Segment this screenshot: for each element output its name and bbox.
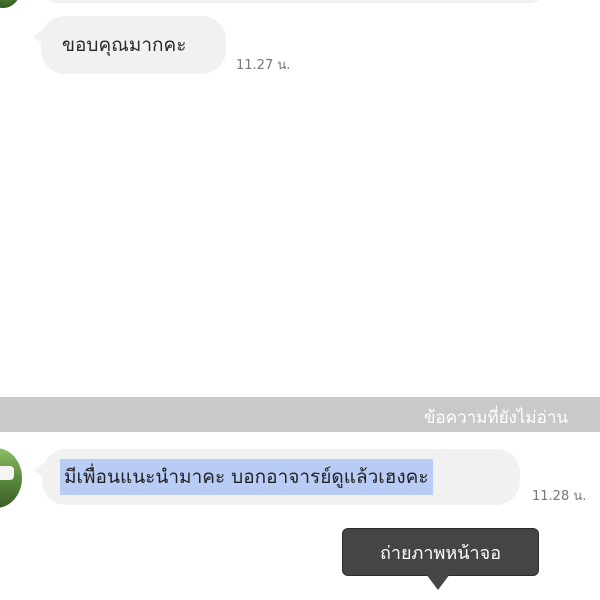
selected-message-text[interactable]: มีเพื่อนแนะนำมาคะ บอกอาจารย์ดูแล้วเฮงคะ <box>60 459 433 495</box>
screenshot-tooltip-button[interactable]: ถ่ายภาพหน้าจอ <box>342 528 539 576</box>
message-time: 11.27 น. <box>236 58 291 73</box>
message-bubble-selected[interactable]: มีเพื่อนแนะนำมาคะ บอกอาจารย์ดูแล้วเฮงคะ <box>34 449 520 505</box>
message-text: ขอบคุณมากคะ <box>62 34 187 56</box>
unread-divider-label: ข้อความที่ยังไม่อ่าน <box>423 408 568 428</box>
unread-divider: ข้อความที่ยังไม่อ่าน <box>0 397 600 432</box>
message-time: 11.28 น. <box>532 489 587 504</box>
previous-message-bubble[interactable] <box>44 0 544 2</box>
sender-avatar-top[interactable] <box>0 0 20 8</box>
message-bubble[interactable]: ขอบคุณมากคะ <box>33 16 226 74</box>
sender-avatar[interactable] <box>0 448 22 508</box>
screenshot-tooltip-label: ถ่ายภาพหน้าจอ <box>379 542 502 564</box>
chat-screen: ขอบคุณมากคะ 11.27 น. ข้อความที่ยังไม่อ่า… <box>0 0 600 600</box>
tooltip-arrow-icon <box>426 574 450 590</box>
